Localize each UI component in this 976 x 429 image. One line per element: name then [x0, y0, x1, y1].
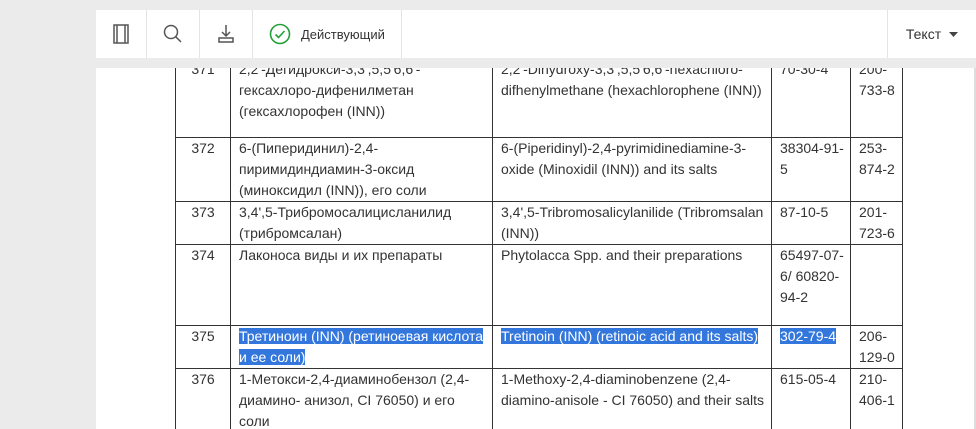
cell-text: 206-129-0	[859, 328, 895, 365]
cell-text: 201-723-6	[859, 204, 895, 241]
cell-en: 3,4',5-Tribromosalicylanilide (Tribromsa…	[492, 201, 772, 245]
cell-cas: 70-30-4	[771, 68, 851, 138]
cell-ru: 1-Метокси-2,4-диаминобензол (2,4-диамино…	[230, 368, 493, 429]
cell-text: 371	[191, 68, 215, 77]
status-label: Действующий	[301, 26, 385, 42]
check-circle-icon	[269, 23, 291, 45]
cell-text: Phytolacca Spp. and their preparations	[501, 247, 743, 263]
substances-table: 371 2,2'-Дегидрокси-3,3',5,5'6,6'-гексахл…	[175, 68, 903, 429]
cell-ec: 253-874-2	[850, 137, 903, 202]
cell-text: 6-(Piperidinyl)-2,4-pyrimidinediamine-3-…	[501, 140, 747, 177]
table-row: 376 1-Метокси-2,4-диаминобензол (2,4-диам…	[175, 368, 903, 429]
table-row: 371 2,2'-Дегидрокси-3,3',5,5'6,6'-гексахл…	[175, 68, 903, 138]
cell-text: 3,4',5-Трибромосалицисланилид (трибромса…	[239, 204, 452, 241]
cell-text: 210-406-1	[859, 371, 895, 408]
cell-cas: 38304-91-5	[771, 137, 851, 202]
cell-text: 374	[191, 247, 215, 263]
cell-ru: 2,2'-Дегидрокси-3,3',5,5'6,6'-гексахлоро…	[230, 68, 493, 138]
cell-ec: 201-723-6	[850, 201, 903, 245]
cell-en: 1-Methoxy-2,4-diaminobenzene (2,4-diamin…	[492, 368, 772, 429]
cell-text: 375	[191, 328, 215, 344]
cell-text: 2,2'-Дегидрокси-3,3',5,5'6,6'-гексахлоро…	[239, 68, 421, 119]
cell-ec: 206-129-0	[850, 325, 903, 369]
cell-text: 376	[191, 371, 215, 387]
cell-num: 371	[175, 68, 231, 138]
download-icon	[218, 25, 234, 43]
cell-cas: 302-79-4	[771, 325, 851, 369]
cell-text: 38304-91-5	[780, 140, 844, 177]
document-icon	[113, 24, 129, 44]
cell-en: 2,2'-Dihydroxy-3,3',5,5'6,6'-hexachloro-…	[492, 68, 772, 138]
cell-cas: 615-05-4	[771, 368, 851, 429]
cell-text: 87-10-5	[780, 204, 829, 220]
cell-ec: 200-733-8	[850, 68, 903, 138]
table-row: 373 3,4',5-Трибромосалицисланилид (трибро…	[175, 201, 903, 245]
cell-text: 372	[191, 140, 215, 156]
cell-text: 615-05-4	[780, 371, 837, 387]
view-mode-select[interactable]: Текст	[887, 10, 976, 58]
contents-button[interactable]	[96, 10, 147, 58]
view-mode-label: Текст	[905, 26, 942, 42]
cell-text: 65497-07-6/ 60820-94-2	[780, 247, 844, 305]
cell-cas: 87-10-5	[771, 201, 851, 245]
cell-cas: 65497-07-6/ 60820-94-2	[771, 244, 851, 326]
table-row: 374 Лаконоса виды и их препараты Phytolacc…	[175, 244, 903, 326]
cell-text: 253-874-2	[859, 140, 895, 177]
cell-num: 376	[175, 368, 231, 429]
cell-en: 6-(Piperidinyl)-2,4-pyrimidinediamine-3-…	[492, 137, 772, 202]
cell-text: Третиноин (INN) (ретиноевая кислота и ее…	[239, 328, 484, 365]
cell-text: Tretinoin (INN) (retinoic acid and its s…	[501, 328, 759, 344]
document-toolbar: Действующий Текст	[96, 10, 976, 58]
cell-text: 6-(Пиперидинил)-2,4-пиримидиндиамин-3-ок…	[239, 140, 427, 198]
search-button[interactable]	[147, 10, 200, 58]
search-icon	[163, 24, 182, 43]
cell-text: 302-79-4	[780, 328, 837, 344]
cell-num: 374	[175, 244, 231, 326]
table-row: 372 6-(Пиперидинил)-2,4-пиримидиндиамин-3…	[175, 137, 903, 202]
cell-text: 200-733-8	[859, 68, 895, 98]
document-status: Действующий	[253, 10, 402, 58]
cell-ec: 210-406-1	[850, 368, 903, 429]
cell-num: 372	[175, 137, 231, 202]
cell-en: Tretinoin (INN) (retinoic acid and its s…	[492, 325, 772, 369]
cell-text: 373	[191, 204, 215, 220]
cell-text: Лаконоса виды и их препараты	[239, 247, 443, 263]
document-content: 371 2,2'-Дегидрокси-3,3',5,5'6,6'-гексахл…	[96, 68, 976, 429]
cell-ru: 6-(Пиперидинил)-2,4-пиримидиндиамин-3-ок…	[230, 137, 493, 202]
cell-ru: 3,4',5-Трибромосалицисланилид (трибромса…	[230, 201, 493, 245]
caret-down-icon	[949, 31, 959, 37]
cell-text: 70-30-4	[780, 68, 829, 77]
cell-ec	[850, 244, 903, 326]
cell-text: 1-Methoxy-2,4-diaminobenzene (2,4-diamin…	[501, 371, 765, 408]
cell-ru: Третиноин (INN) (ретиноевая кислота и ее…	[230, 325, 493, 369]
cell-num: 373	[175, 201, 231, 245]
cell-num: 375	[175, 325, 231, 369]
cell-ru: Лаконоса виды и их препараты	[230, 244, 493, 326]
download-button[interactable]	[200, 10, 253, 58]
cell-text: 3,4',5-Tribromosalicylanilide (Tribromsa…	[501, 204, 764, 241]
cell-text: 1-Метокси-2,4-диаминобензол (2,4-диамино…	[239, 371, 470, 429]
cell-en: Phytolacca Spp. and their preparations	[492, 244, 772, 326]
cell-text: 2,2'-Dihydroxy-3,3',5,5'6,6'-hexachloro-…	[501, 68, 762, 98]
table-row: 375 Третиноин (INN) (ретиноевая кислота и…	[175, 325, 903, 369]
